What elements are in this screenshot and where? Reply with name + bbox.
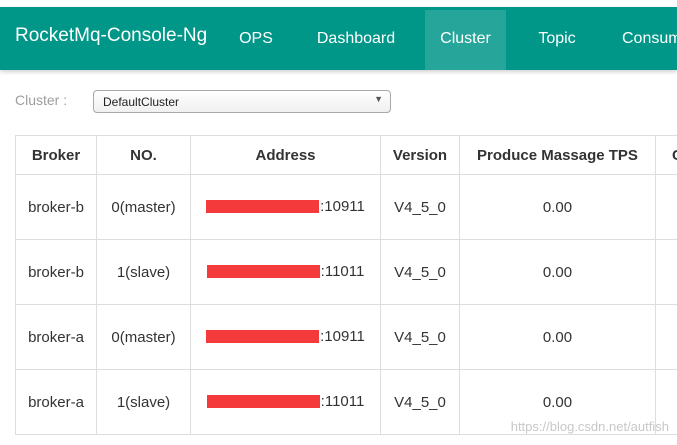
cell-address: :10911 — [190, 304, 381, 370]
cell-address: :11011 — [190, 239, 381, 305]
nav-item-label: Topic — [538, 30, 576, 47]
cell-broker: broker-a — [15, 369, 97, 435]
cell-produce-tps: 0.00 — [459, 239, 656, 305]
cell-version: V4_5_0 — [380, 304, 460, 370]
redacted-host — [206, 329, 320, 343]
cluster-filter-label: Cluster : — [15, 92, 68, 108]
nav-item-topic[interactable]: Topic — [521, 10, 593, 70]
address-port: :11011 — [320, 392, 365, 410]
cluster-select[interactable]: DefaultCluster ▼ — [93, 90, 391, 113]
cell-broker: broker-a — [15, 304, 97, 370]
cell-version: V4_5_0 — [380, 239, 460, 305]
cell-consumer-tps — [655, 174, 677, 240]
column-header-consumer-tps: C — [655, 135, 677, 175]
column-header-broker: Broker — [15, 135, 97, 175]
table-row: broker-b 1(slave) :11011 V4_5_0 0.00 — [15, 239, 677, 305]
nav-item-dashboard[interactable]: Dashboard — [302, 10, 410, 70]
cell-no: 1(slave) — [96, 369, 191, 435]
nav-item-label: Consum — [622, 30, 677, 47]
chevron-down-icon: ▼ — [374, 94, 383, 104]
cell-consumer-tps — [655, 239, 677, 305]
cell-version: V4_5_0 — [380, 174, 460, 240]
nav-item-ops[interactable]: OPS — [225, 10, 287, 70]
column-header-no: NO. — [96, 135, 191, 175]
address-port: :11011 — [320, 262, 365, 280]
column-header-version: Version — [380, 135, 460, 175]
cell-no: 0(master) — [96, 174, 191, 240]
nav-item-cluster[interactable]: Cluster — [425, 10, 506, 70]
cell-consumer-tps — [655, 304, 677, 370]
cell-version: V4_5_0 — [380, 369, 460, 435]
address-port: :10911 — [320, 197, 365, 215]
redacted-host — [206, 264, 320, 278]
top-strip — [0, 0, 677, 7]
redacted-host — [206, 394, 320, 408]
cell-produce-tps: 0.00 — [459, 174, 656, 240]
address-port: :10911 — [320, 327, 365, 345]
cell-produce-tps: 0.00 — [459, 304, 656, 370]
cell-broker: broker-b — [15, 239, 97, 305]
broker-table-container: Broker NO. Address Version Produce Massa… — [15, 135, 677, 435]
column-header-address: Address — [190, 135, 381, 175]
table-row: broker-a 0(master) :10911 V4_5_0 0.00 — [15, 304, 677, 370]
cell-no: 0(master) — [96, 304, 191, 370]
redacted-host — [206, 199, 320, 213]
cell-address: :10911 — [190, 174, 381, 240]
nav-item-consumer[interactable]: Consum — [606, 10, 677, 70]
table-header-row: Broker NO. Address Version Produce Massa… — [15, 135, 677, 175]
cluster-select-value: DefaultCluster — [103, 95, 180, 109]
cell-address: :11011 — [190, 369, 381, 435]
column-header-produce-tps: Produce Massage TPS — [459, 135, 656, 175]
watermark-text: https://blog.csdn.net/autfish — [510, 419, 669, 434]
broker-table: Broker NO. Address Version Produce Massa… — [15, 135, 677, 435]
nav-item-label: Dashboard — [316, 30, 396, 47]
nav-item-label: Cluster — [440, 30, 491, 47]
table-row: broker-b 0(master) :10911 V4_5_0 0.00 — [15, 174, 677, 240]
nav-item-label: OPS — [239, 30, 273, 47]
cell-no: 1(slave) — [96, 239, 191, 305]
top-navbar: RocketMq-Console-Ng OPS Dashboard Cluste… — [0, 7, 677, 70]
cell-broker: broker-b — [15, 174, 97, 240]
app-brand[interactable]: RocketMq-Console-Ng — [15, 25, 207, 47]
